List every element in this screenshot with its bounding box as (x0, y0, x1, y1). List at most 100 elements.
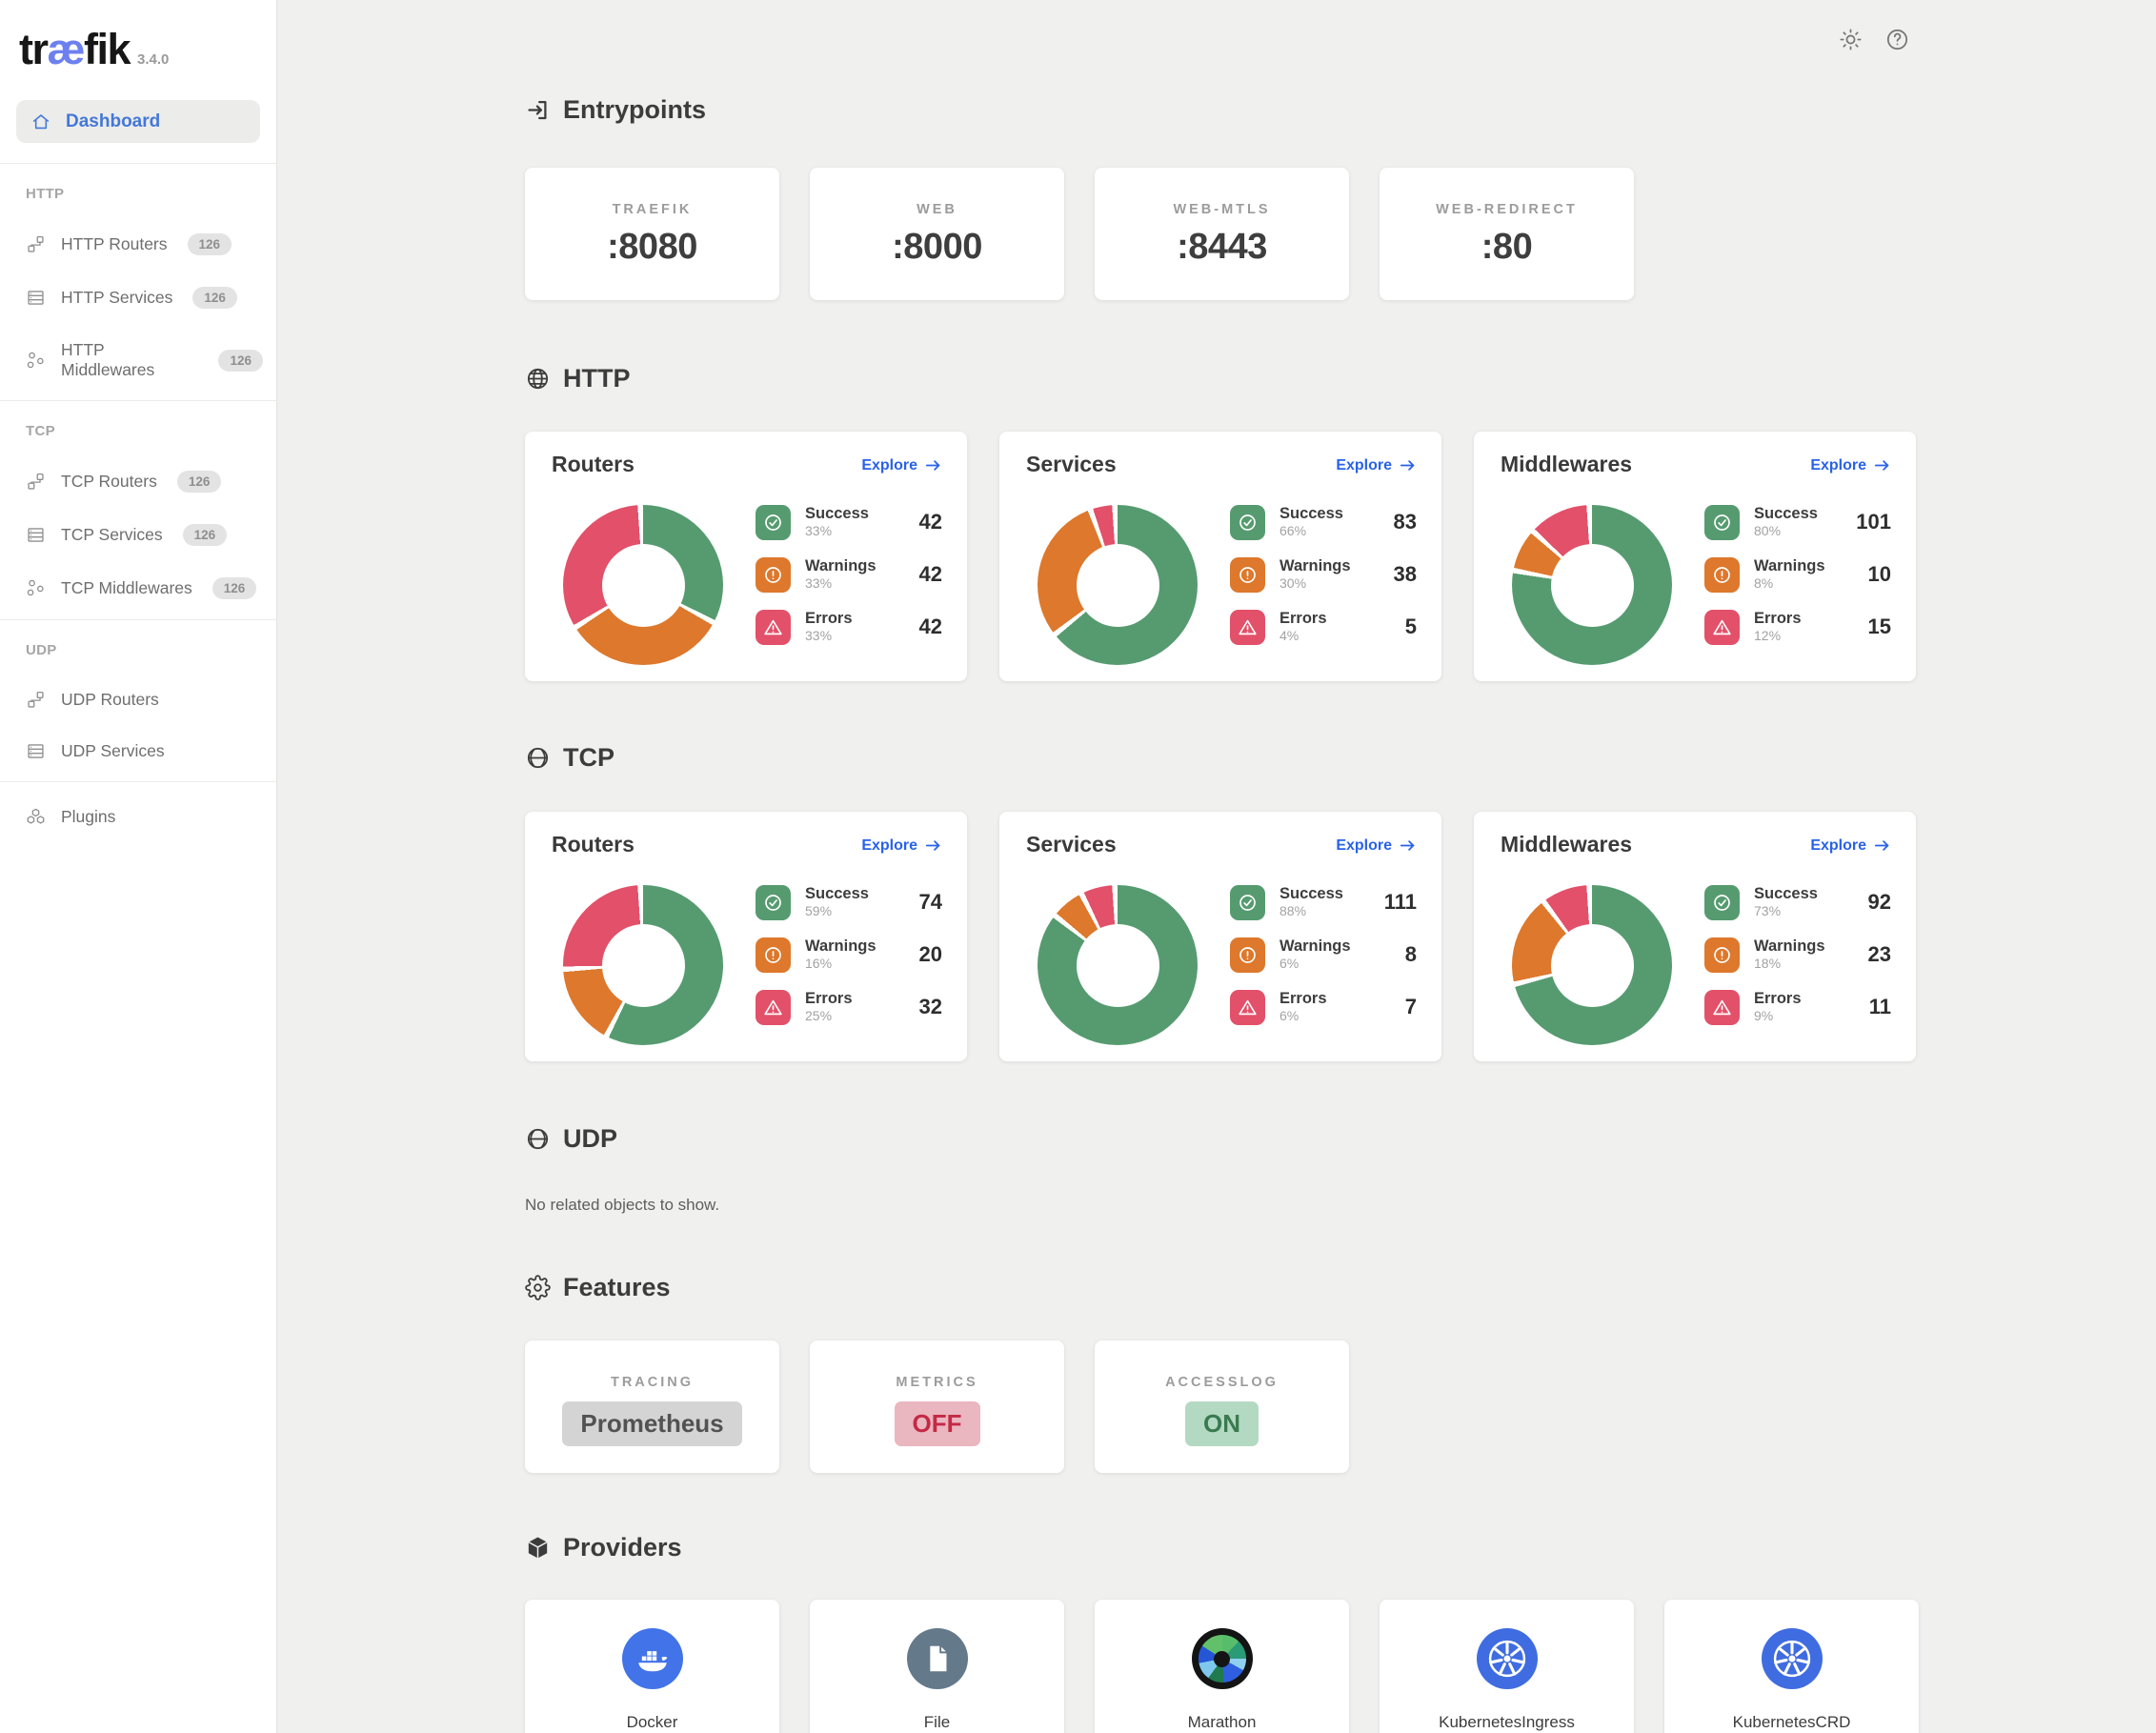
explore-label: Explore (1810, 457, 1866, 474)
sidebar-item-plugins[interactable]: Plugins (26, 807, 263, 827)
section-title: TCP (563, 740, 615, 775)
explore-label: Explore (1336, 457, 1392, 474)
middlewares-icon (26, 351, 46, 371)
stat-label: Errors (1279, 990, 1327, 1008)
sun-icon[interactable] (1838, 27, 1864, 52)
stat-errors: Errors6% 7 (1230, 989, 1417, 1025)
stat-value: 32 (919, 995, 942, 1019)
sidebar-item-http-middlewares[interactable]: HTTP Middlewares 126 (26, 340, 263, 380)
stat-label: Errors (805, 610, 853, 628)
stat-percent: 4% (1279, 628, 1327, 643)
explore-link[interactable]: Explore (861, 456, 942, 474)
donut-chart (1038, 505, 1198, 665)
stat-label: Success (1279, 505, 1343, 523)
stat-percent: 30% (1279, 575, 1351, 591)
sidebar-item-tcp-routers[interactable]: TCP Routers 126 (26, 471, 263, 493)
alert-circle-icon (1230, 557, 1265, 593)
stat-percent: 59% (805, 903, 869, 918)
sidebar-item-udp-services[interactable]: UDP Services (26, 741, 263, 761)
sidebar-item-dashboard[interactable]: Dashboard (16, 100, 260, 143)
stat-percent: 88% (1279, 903, 1343, 918)
stat-value: 8 (1405, 942, 1417, 967)
stat-label: Errors (1754, 610, 1802, 628)
alert-circle-icon (756, 937, 791, 973)
explore-label: Explore (1336, 837, 1392, 855)
provider-name: Marathon (1095, 1713, 1349, 1732)
stat-label: Errors (1279, 610, 1327, 628)
stat-value: 20 (919, 942, 942, 967)
entrypoints-section-heading: Entrypoints (525, 92, 2156, 127)
stat-value: 38 (1394, 562, 1417, 587)
stat-label: Warnings (1754, 557, 1825, 575)
stat-percent: 73% (1754, 903, 1818, 918)
explore-label: Explore (861, 837, 917, 855)
stat-percent: 9% (1754, 1008, 1802, 1023)
sidebar-divider (0, 781, 276, 782)
services-icon (26, 525, 46, 545)
provider-name: KubernetesCRD (1664, 1713, 1919, 1732)
sidebar-item-tcp-services[interactable]: TCP Services 126 (26, 524, 263, 546)
help-circle-icon[interactable] (1884, 27, 1910, 52)
entrypoint-port: :8443 (1095, 227, 1349, 268)
sidebar-item-tcp-middlewares[interactable]: TCP Middlewares 126 (26, 577, 263, 599)
stat-warnings: Warnings16% 20 (756, 937, 942, 973)
explore-label: Explore (861, 457, 917, 474)
stat-percent: 18% (1754, 956, 1825, 971)
feature-name: TRACING (525, 1375, 779, 1390)
explore-link[interactable]: Explore (1336, 456, 1417, 474)
stat-value: 42 (919, 510, 942, 534)
stat-success: Success59% 74 (756, 884, 942, 920)
explore-link[interactable]: Explore (861, 836, 942, 855)
check-circle-icon (756, 885, 791, 920)
stat-percent: 25% (805, 1008, 853, 1023)
marathon-disc (1199, 1635, 1246, 1683)
card-title: Middlewares (1501, 832, 1632, 857)
sidebar-item-http-routers[interactable]: HTTP Routers 126 (26, 233, 263, 255)
stat-value: 74 (919, 890, 942, 915)
feature-card-accesslog: ACCESSLOG ON (1095, 1340, 1349, 1473)
kubernetes-icon (1762, 1628, 1823, 1689)
count-badge: 126 (177, 471, 222, 493)
features-row: TRACING Prometheus METRICS OFF ACCESSLOG… (525, 1340, 2156, 1473)
feature-value-pill: OFF (895, 1401, 980, 1446)
providers-section-heading: Providers (525, 1530, 2156, 1564)
check-circle-icon (1704, 505, 1740, 540)
sidebar-item-udp-routers[interactable]: UDP Routers (26, 690, 263, 710)
entrypoint-card-web: WEB :8000 (810, 168, 1064, 300)
sidebar-section-tcp: TCP (26, 423, 276, 439)
traefik-logo: træfik 3.4.0 (0, 0, 276, 74)
donut-chart (1512, 885, 1672, 1045)
stat-label: Success (805, 505, 869, 523)
stat-errors: Errors25% 32 (756, 989, 942, 1025)
tcp-services-card: Services Explore Success88% 111 Warnings… (999, 812, 1441, 1061)
stat-value: 7 (1405, 995, 1417, 1019)
stat-label: Errors (805, 990, 853, 1008)
stat-percent: 33% (805, 628, 853, 643)
main-content: Entrypoints TRAEFIK :8080 WEB :8000 WEB-… (277, 0, 2156, 1733)
explore-link[interactable]: Explore (1336, 836, 1417, 855)
donut-chart (1038, 885, 1198, 1045)
stat-value: 15 (1868, 615, 1891, 639)
arrow-right-icon (924, 836, 942, 855)
kubernetes-icon (1477, 1628, 1538, 1689)
services-icon (26, 741, 46, 761)
explore-link[interactable]: Explore (1810, 456, 1891, 474)
entrypoint-card-web-mtls: WEB-MTLS :8443 (1095, 168, 1349, 300)
stat-label: Success (1754, 885, 1818, 903)
routers-icon (26, 690, 46, 710)
card-title: Middlewares (1501, 452, 1632, 477)
stat-label: Errors (1754, 990, 1802, 1008)
http-cards-row: Routers Explore Success 33% 42 Warnings33… (525, 432, 2156, 681)
entrypoints-row: TRAEFIK :8080 WEB :8000 WEB-MTLS :8443 W… (525, 168, 2156, 300)
stat-errors: Errors12% 15 (1704, 609, 1891, 645)
stats-list: Success59% 74 Warnings16% 20 Errors25% 3… (756, 884, 942, 1025)
card-title: Routers (552, 452, 635, 477)
explore-link[interactable]: Explore (1810, 836, 1891, 855)
sidebar-item-http-services[interactable]: HTTP Services 126 (26, 287, 263, 309)
stat-warnings: Warnings33% 42 (756, 556, 942, 593)
stat-value: 83 (1394, 510, 1417, 534)
arrow-right-icon (924, 456, 942, 474)
feature-name: ACCESSLOG (1095, 1375, 1349, 1390)
stat-success: Success88% 111 (1230, 884, 1417, 920)
stat-success: Success66% 83 (1230, 504, 1417, 540)
